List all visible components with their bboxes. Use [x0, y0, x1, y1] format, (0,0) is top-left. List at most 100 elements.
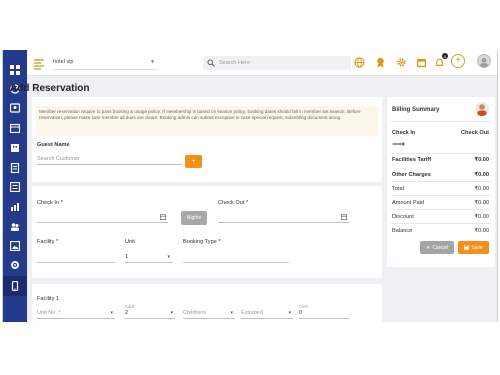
award-icon[interactable]	[374, 56, 386, 68]
billing-row-amount: ₹0.00	[474, 157, 489, 163]
billing-row-amount: ₹0.00	[474, 172, 489, 178]
check-out-label: Check Out *	[218, 200, 249, 206]
billing-row-label: Discount	[392, 214, 414, 220]
billing-summary-card: Billing Summary Check In Check Out ⟶ Fac…	[387, 97, 495, 267]
policy-notice: Member reservation require to pass booki…	[36, 106, 378, 136]
calendar-icon[interactable]	[9, 122, 21, 134]
billing-row-label: Other Charges	[392, 172, 431, 178]
save-button-label: Save	[471, 244, 483, 251]
guest-search-placeholder: Search Customer	[37, 156, 80, 162]
dates-card	[32, 186, 382, 278]
billing-row-discount: Discount ₹0.00	[392, 214, 489, 220]
cancel-button[interactable]: ✕ Cancel	[420, 241, 454, 254]
unit-no-select[interactable]: Unit No. * ▾	[37, 309, 115, 319]
extrabed-placeholder: Extrabed	[241, 310, 264, 316]
globe-icon[interactable]	[353, 56, 365, 68]
image-icon[interactable]	[9, 240, 21, 252]
check-in-heading: Check In Check Out	[392, 130, 489, 136]
close-icon: ✕	[426, 244, 431, 251]
chevron-down-icon: ▾	[170, 310, 173, 316]
billing-row-balance: Balance ₹0.00	[392, 228, 489, 234]
calendar-icon	[341, 214, 347, 220]
cost-value: 0	[299, 310, 303, 316]
unit-label: Unit	[125, 239, 135, 245]
building-icon[interactable]	[9, 142, 21, 154]
search-placeholder: Search Here	[219, 60, 250, 66]
unit-no-placeholder: Unit No. *	[37, 310, 61, 316]
booking-type-label: Booking Type *	[183, 239, 221, 245]
user-card-icon[interactable]	[9, 102, 21, 114]
arrow-right-icon: ⟶	[392, 139, 405, 149]
hotel-select[interactable]: hotel vip ▼	[53, 56, 157, 70]
receipt-icon[interactable]	[9, 162, 21, 174]
billing-row-facilities-tariff: Facilities Tariff ₹0.00	[392, 157, 489, 163]
billing-row-total: Total ₹0.00	[392, 186, 489, 192]
menu-toggle-icon[interactable]	[33, 57, 45, 70]
calendar-icon	[160, 214, 166, 220]
save-icon	[464, 245, 470, 250]
settings-icon[interactable]	[9, 259, 21, 271]
children-placeholder: Childrens	[183, 310, 207, 316]
calendar-icon[interactable]	[415, 56, 427, 68]
plus-icon[interactable]: +	[451, 54, 465, 68]
avatar[interactable]	[477, 54, 491, 68]
guest-search-input[interactable]: Search Customer	[37, 155, 182, 165]
search-icon	[207, 59, 215, 67]
billing-row-amount: ₹0.00	[474, 214, 489, 220]
billing-row-label: Balance	[392, 228, 413, 234]
check-in-label: Check In *	[37, 200, 63, 206]
top-bar: hotel vip ▼ Search Here 0 +	[27, 50, 497, 76]
nights-button[interactable]: Nights	[181, 211, 207, 225]
divider	[391, 121, 491, 122]
list-icon[interactable]	[9, 181, 21, 193]
guest-name-label: Guest Name	[37, 142, 70, 148]
billing-row-amount: ₹0.00	[474, 186, 489, 192]
facility-section-title: Facility 1	[37, 296, 60, 302]
extrabed-select[interactable]: Extrabed ▾	[241, 309, 293, 319]
adult-value: 2	[125, 310, 129, 316]
unit-select[interactable]: 1 ▾	[125, 253, 172, 263]
check-in-text: Check In	[392, 130, 416, 136]
check-in-input[interactable]	[37, 213, 168, 223]
people-icon[interactable]	[9, 221, 21, 233]
chevron-down-icon: ▾	[110, 310, 113, 316]
check-out-input[interactable]	[218, 213, 349, 223]
billing-row-label: Amount Paid	[392, 200, 425, 206]
divider	[391, 195, 491, 196]
chevron-down-icon: ▼	[150, 59, 155, 65]
grid-icon[interactable]	[9, 64, 21, 76]
divider	[391, 209, 491, 210]
chevron-down-icon: ▾	[167, 254, 170, 260]
hotel-select-value: hotel vip	[53, 59, 74, 65]
billing-row-label: Total	[392, 186, 404, 192]
bell-icon[interactable]: 0	[433, 53, 448, 68]
gear-icon[interactable]	[395, 56, 407, 68]
chart-icon[interactable]	[9, 201, 21, 213]
notification-badge: 0	[442, 53, 448, 59]
save-button[interactable]: Save	[458, 241, 489, 254]
cost-input[interactable]: 0	[299, 309, 349, 319]
search-input[interactable]: Search Here	[203, 56, 351, 70]
divider	[391, 181, 491, 182]
unit-value: 1	[125, 254, 129, 260]
booking-type-select[interactable]	[183, 253, 289, 263]
billing-row-amount: ₹0.00	[474, 228, 489, 234]
mobile-icon[interactable]	[9, 280, 21, 292]
billing-row-other-charges: Other Charges ₹0.00	[392, 172, 489, 178]
children-select[interactable]: Childrens ▾	[183, 309, 235, 319]
adult-select[interactable]: 2 ▾	[125, 309, 175, 319]
chevron-down-icon: ▾	[230, 310, 233, 316]
facility-label: Facility *	[37, 239, 59, 245]
billing-row-label: Facilities Tariff	[392, 157, 432, 163]
page-title: Add Reservation	[10, 83, 90, 94]
divider	[391, 153, 491, 154]
check-out-text: Check Out	[461, 130, 489, 136]
guest-avatar	[475, 102, 489, 116]
billing-row-amount-paid: Amount Paid ₹0.00	[392, 200, 489, 206]
facility-select[interactable]	[37, 253, 115, 263]
add-guest-button[interactable]: +	[185, 155, 202, 168]
chevron-down-icon: ▾	[288, 310, 291, 316]
cancel-button-label: Cancel	[432, 244, 448, 251]
divider	[391, 223, 491, 224]
billing-row-amount: ₹0.00	[474, 200, 489, 206]
